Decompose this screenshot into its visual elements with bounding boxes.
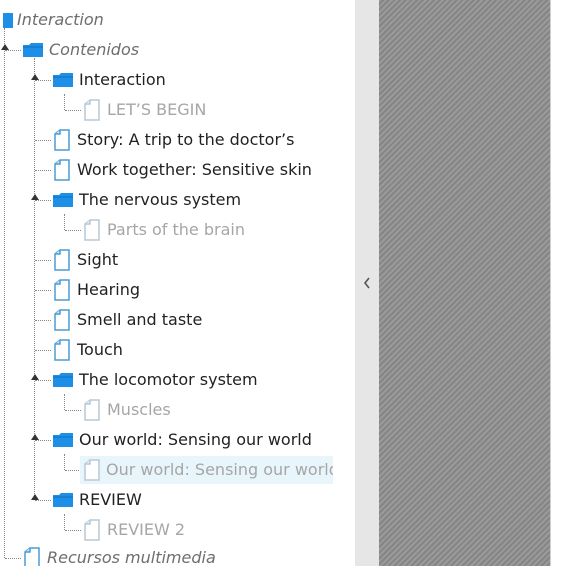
tree-node-label: Our world: Sensing our world bbox=[79, 430, 312, 449]
tree-node-contenidos[interactable]: Contenidos bbox=[22, 38, 139, 62]
tree-connector bbox=[65, 470, 81, 471]
tree-node-label: The locomotor system bbox=[79, 370, 258, 389]
tree-connector bbox=[35, 290, 51, 291]
tree-connector bbox=[35, 200, 51, 201]
folder-icon bbox=[53, 193, 73, 207]
tree-node-label: Hearing bbox=[77, 280, 140, 299]
tree-root-label: Interaction bbox=[17, 10, 104, 29]
tree-connector bbox=[5, 558, 21, 559]
tree-node-label: REVIEW bbox=[79, 490, 142, 509]
tree-node-interaction[interactable]: Interaction bbox=[52, 68, 166, 92]
content-viewer bbox=[379, 0, 550, 566]
page-icon bbox=[84, 219, 100, 241]
tree-node-label: Sight bbox=[77, 250, 119, 269]
tree-connector bbox=[35, 80, 51, 81]
tree-guide-line bbox=[64, 454, 65, 470]
folder-icon bbox=[23, 43, 43, 57]
page-icon bbox=[54, 279, 70, 301]
tree-node-work-together[interactable]: Work together: Sensitive skin bbox=[52, 158, 312, 182]
tree-connector bbox=[65, 230, 81, 231]
folder-icon bbox=[53, 433, 73, 447]
page-icon bbox=[24, 547, 40, 566]
collapse-arrow-icon[interactable] bbox=[31, 74, 39, 80]
page-icon bbox=[84, 519, 100, 541]
tree-node-locomotor[interactable]: The locomotor system bbox=[52, 368, 258, 392]
folder-icon bbox=[3, 13, 13, 28]
tree-node-label: The nervous system bbox=[79, 190, 242, 209]
tree-connector bbox=[35, 380, 51, 381]
tree-node-label: Parts of the brain bbox=[107, 220, 245, 239]
tree-connector bbox=[65, 530, 81, 531]
tree-node-story[interactable]: Story: A trip to the doctor’s bbox=[52, 128, 294, 152]
tree-connector bbox=[35, 170, 51, 171]
tree-node-lets-begin[interactable]: LET’S BEGIN bbox=[82, 98, 206, 122]
tree-node-muscles[interactable]: Muscles bbox=[82, 398, 171, 422]
tree-connector bbox=[65, 110, 81, 111]
tree-node-sight[interactable]: Sight bbox=[52, 248, 118, 272]
tree-node-label: Contenidos bbox=[49, 40, 140, 59]
tree-node-label: Recursos multimedia bbox=[47, 548, 216, 566]
tree-node-label: Our world: Sensing our world bbox=[106, 460, 333, 479]
collapse-arrow-icon[interactable] bbox=[31, 434, 39, 440]
collapse-arrow-icon[interactable] bbox=[31, 194, 39, 200]
tree-node-nervous-system[interactable]: The nervous system bbox=[52, 188, 241, 212]
tree-connector bbox=[35, 140, 51, 141]
tree-connector bbox=[65, 410, 81, 411]
viewer-scrollbar[interactable] bbox=[550, 0, 572, 566]
tree-guide-line bbox=[64, 214, 65, 230]
content-tree-panel: Interaction Contenidos Interaction LET’S… bbox=[0, 0, 333, 566]
tree-node-label: REVIEW 2 bbox=[107, 520, 186, 539]
tree-node-smell-taste[interactable]: Smell and taste bbox=[52, 308, 202, 332]
page-icon bbox=[54, 249, 70, 271]
tree-guide-line bbox=[64, 514, 65, 530]
tree-node-label: Touch bbox=[77, 340, 123, 359]
tree-root[interactable]: Interaction bbox=[2, 8, 104, 32]
tree-node-our-world-page[interactable]: Our world: Sensing our world bbox=[80, 456, 333, 484]
collapse-arrow-icon[interactable] bbox=[31, 494, 39, 500]
chevron-left-icon bbox=[363, 277, 370, 289]
tree-node-label: Smell and taste bbox=[77, 310, 203, 329]
page-icon bbox=[84, 99, 100, 121]
page-icon bbox=[84, 399, 100, 421]
tree-node-label: LET’S BEGIN bbox=[107, 100, 207, 119]
tree-connector bbox=[35, 440, 51, 441]
tree-connector bbox=[35, 260, 51, 261]
tree-node-our-world[interactable]: Our world: Sensing our world bbox=[52, 428, 312, 452]
tree-node-review[interactable]: REVIEW bbox=[52, 488, 142, 512]
tree-scrollbar[interactable] bbox=[333, 0, 355, 566]
tree-guide-line bbox=[4, 28, 5, 558]
tree-node-touch[interactable]: Touch bbox=[52, 338, 123, 362]
folder-icon bbox=[53, 373, 73, 387]
tree-connector bbox=[35, 500, 51, 501]
tree-node-label: Work together: Sensitive skin bbox=[77, 160, 312, 179]
tree-node-label: Muscles bbox=[107, 400, 171, 419]
tree-node-review-2[interactable]: REVIEW 2 bbox=[82, 518, 185, 542]
tree-guide-line bbox=[64, 394, 65, 410]
tree-connector bbox=[35, 320, 51, 321]
tree-guide-line bbox=[64, 94, 65, 110]
page-icon bbox=[84, 459, 100, 481]
page-icon bbox=[54, 129, 70, 151]
page-icon bbox=[54, 309, 70, 331]
tree-node-hearing[interactable]: Hearing bbox=[52, 278, 140, 302]
tree-node-label: Story: A trip to the doctor’s bbox=[77, 130, 295, 149]
collapse-arrow-icon[interactable] bbox=[31, 374, 39, 380]
collapse-panel-button[interactable] bbox=[358, 268, 376, 298]
folder-icon bbox=[53, 73, 73, 87]
tree-connector bbox=[5, 50, 21, 51]
page-icon bbox=[54, 339, 70, 361]
collapse-arrow-icon[interactable] bbox=[1, 44, 9, 50]
tree-connector bbox=[35, 350, 51, 351]
tree-node-parts-of-brain[interactable]: Parts of the brain bbox=[82, 218, 245, 242]
panel-splitter[interactable] bbox=[355, 0, 379, 566]
tree-node-label: Interaction bbox=[79, 70, 166, 89]
page-icon bbox=[54, 159, 70, 181]
folder-icon bbox=[53, 493, 73, 507]
tree-node-recursos[interactable]: Recursos multimedia bbox=[22, 546, 216, 566]
